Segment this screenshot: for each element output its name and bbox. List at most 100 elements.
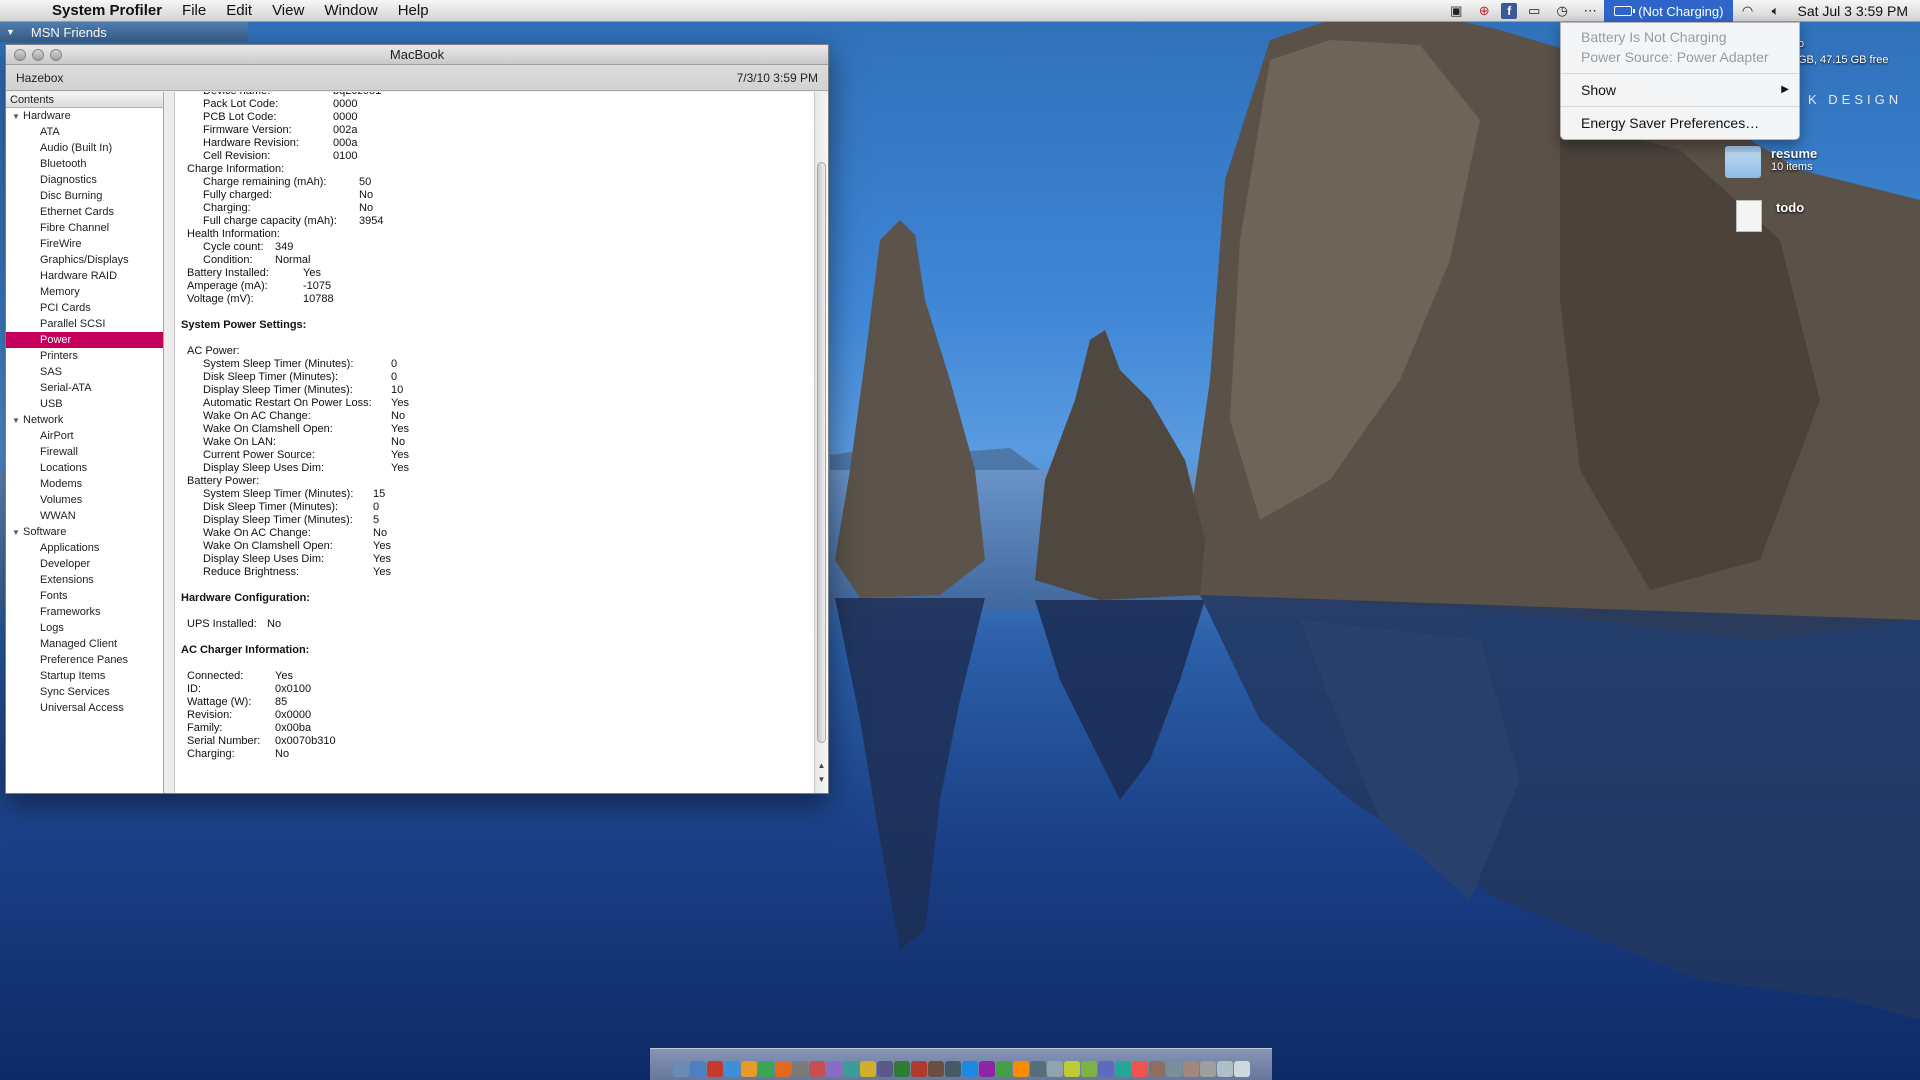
sidebar-item-extensions[interactable]: Extensions [6, 572, 163, 588]
sidebar-item-applications[interactable]: Applications [6, 540, 163, 556]
dock-app-icon[interactable] [825, 1061, 842, 1077]
volume-icon[interactable]: 🔈︎ [1764, 2, 1786, 20]
dock-app-icon[interactable] [808, 1061, 825, 1077]
menu-edit[interactable]: Edit [216, 0, 262, 22]
sidebar-item-fibre-channel[interactable]: Fibre Channel [6, 220, 163, 236]
sidebar-item-printers[interactable]: Printers [6, 348, 163, 364]
msn-friends-bar[interactable]: ▼ MSN Friends [0, 22, 248, 42]
sidebar-item-startup-items[interactable]: Startup Items [6, 668, 163, 684]
dock-app-icon[interactable] [1029, 1061, 1046, 1077]
sidebar-item-frameworks[interactable]: Frameworks [6, 604, 163, 620]
dock-app-icon[interactable] [893, 1061, 910, 1077]
sidebar-item-volumes[interactable]: Volumes [6, 492, 163, 508]
sidebar-item-ata[interactable]: ATA [6, 124, 163, 140]
dock-app-icon[interactable] [978, 1061, 995, 1077]
sidebar-item-memory[interactable]: Memory [6, 284, 163, 300]
dock-app-icon[interactable] [1131, 1061, 1148, 1077]
close-window-button[interactable] [14, 49, 26, 61]
sidebar-item-parallel-scsi[interactable]: Parallel SCSI [6, 316, 163, 332]
window-titlebar[interactable]: MacBook [6, 45, 828, 65]
dock-app-icon[interactable] [706, 1061, 723, 1077]
dock-app-icon[interactable] [1233, 1061, 1250, 1077]
dock-app-icon[interactable] [1199, 1061, 1216, 1077]
dock-app-icon[interactable] [859, 1061, 876, 1077]
sidebar-item-pci-cards[interactable]: PCI Cards [6, 300, 163, 316]
sidebar-item-managed-client[interactable]: Managed Client [6, 636, 163, 652]
display-icon[interactable]: ▭ [1523, 2, 1545, 20]
dock-app-icon[interactable] [672, 1061, 689, 1077]
dock-app-icon[interactable] [723, 1061, 740, 1077]
sidebar-item-disc-burning[interactable]: Disc Burning [6, 188, 163, 204]
menubar-clock[interactable]: Sat Jul 3 3:59 PM [1789, 3, 1920, 19]
sidebar-item-diagnostics[interactable]: Diagnostics [6, 172, 163, 188]
dock-app-icon[interactable] [961, 1061, 978, 1077]
sidebar-column-header[interactable]: Contents [6, 92, 163, 108]
facebook-icon[interactable]: f [1501, 3, 1518, 19]
dock-app-icon[interactable] [1148, 1061, 1165, 1077]
todo-file[interactable]: todo [1730, 200, 1804, 232]
more-icon[interactable]: ⋯ [1579, 2, 1601, 20]
sidebar-item-graphics-displays[interactable]: Graphics/Displays [6, 252, 163, 268]
sidebar-item-power[interactable]: Power [6, 332, 163, 348]
dock-app-icon[interactable] [791, 1061, 808, 1077]
sidebar-item-universal-access[interactable]: Universal Access [6, 700, 163, 716]
sidebar-item-modems[interactable]: Modems [6, 476, 163, 492]
dock-app-icon[interactable] [1165, 1061, 1182, 1077]
sidebar-item-firewire[interactable]: FireWire [6, 236, 163, 252]
minimize-window-button[interactable] [32, 49, 44, 61]
dock-app-icon[interactable] [757, 1061, 774, 1077]
dock-app-icon[interactable] [1114, 1061, 1131, 1077]
sidebar-item-developer[interactable]: Developer [6, 556, 163, 572]
sidebar-group-software[interactable]: ▼ Software [6, 524, 163, 540]
sidebar-item-sync-services[interactable]: Sync Services [6, 684, 163, 700]
detail-scrollbar[interactable]: ▲ ▼ [814, 92, 828, 793]
dock-app-icon[interactable] [1046, 1061, 1063, 1077]
menu-window[interactable]: Window [314, 0, 387, 22]
dock-app-icon[interactable] [1063, 1061, 1080, 1077]
sidebar-item-sas[interactable]: SAS [6, 364, 163, 380]
dock-app-icon[interactable] [1182, 1061, 1199, 1077]
dock-app-icon[interactable] [774, 1061, 791, 1077]
menu-app-name[interactable]: System Profiler [40, 2, 172, 19]
detail-pane[interactable]: Device name:bq20z951Pack Lot Code:0000PC… [174, 92, 828, 793]
sidebar-item-hardware-raid[interactable]: Hardware RAID [6, 268, 163, 284]
sidebar-item-audio-built-in[interactable]: Audio (Built In) [6, 140, 163, 156]
battery-status-menu[interactable]: (Not Charging) [1604, 0, 1734, 22]
sidebar-group-hardware[interactable]: ▼ Hardware [6, 108, 163, 124]
dock-app-icon[interactable] [1080, 1061, 1097, 1077]
sidebar-item-fonts[interactable]: Fonts [6, 588, 163, 604]
sidebar-group-network[interactable]: ▼ Network [6, 412, 163, 428]
sidebar-item-airport[interactable]: AirPort [6, 428, 163, 444]
sidebar-item-logs[interactable]: Logs [6, 620, 163, 636]
scroll-down-arrow-icon[interactable]: ▼ [815, 773, 828, 787]
sidebar-item-locations[interactable]: Locations [6, 460, 163, 476]
lifebuoy-icon[interactable]: ⊕ [1473, 2, 1495, 20]
zoom-window-button[interactable] [50, 49, 62, 61]
dock-app-icon[interactable] [910, 1061, 927, 1077]
menu-file[interactable]: File [172, 0, 216, 22]
dock-app-icon[interactable] [842, 1061, 859, 1077]
dock-app-icon[interactable] [944, 1061, 961, 1077]
time-machine-icon[interactable]: ◷ [1551, 2, 1573, 20]
disclosure-triangle-icon[interactable]: ▼ [6, 27, 15, 37]
spaces-icon[interactable]: ▣ [1445, 2, 1467, 20]
disclosure-triangle-icon[interactable]: ▼ [12, 109, 20, 125]
menu-view[interactable]: View [262, 0, 314, 22]
sidebar-item-usb[interactable]: USB [6, 396, 163, 412]
disclosure-triangle-icon[interactable]: ▼ [12, 413, 20, 429]
sidebar-item-bluetooth[interactable]: Bluetooth [6, 156, 163, 172]
wifi-icon[interactable]: ◠ [1736, 2, 1758, 20]
energy-saver-preferences-item[interactable]: Energy Saver Preferences… [1561, 113, 1799, 133]
sidebar-item-firewall[interactable]: Firewall [6, 444, 163, 460]
dock-app-icon[interactable] [689, 1061, 706, 1077]
menu-help[interactable]: Help [388, 0, 439, 22]
hard-disk-label-partial[interactable]: o GB, 47.15 GB free [1798, 36, 1889, 68]
sidebar-item-ethernet-cards[interactable]: Ethernet Cards [6, 204, 163, 220]
dock-app-icon[interactable] [740, 1061, 757, 1077]
dock-app-icon[interactable] [995, 1061, 1012, 1077]
dock-app-icon[interactable] [927, 1061, 944, 1077]
dock-app-icon[interactable] [1216, 1061, 1233, 1077]
dock-app-icon[interactable] [876, 1061, 893, 1077]
contents-sidebar[interactable]: Contents ▼ Hardware ATA Audio (Built In) Blu… [6, 92, 164, 793]
show-submenu[interactable]: Show ▶ [1561, 80, 1799, 100]
